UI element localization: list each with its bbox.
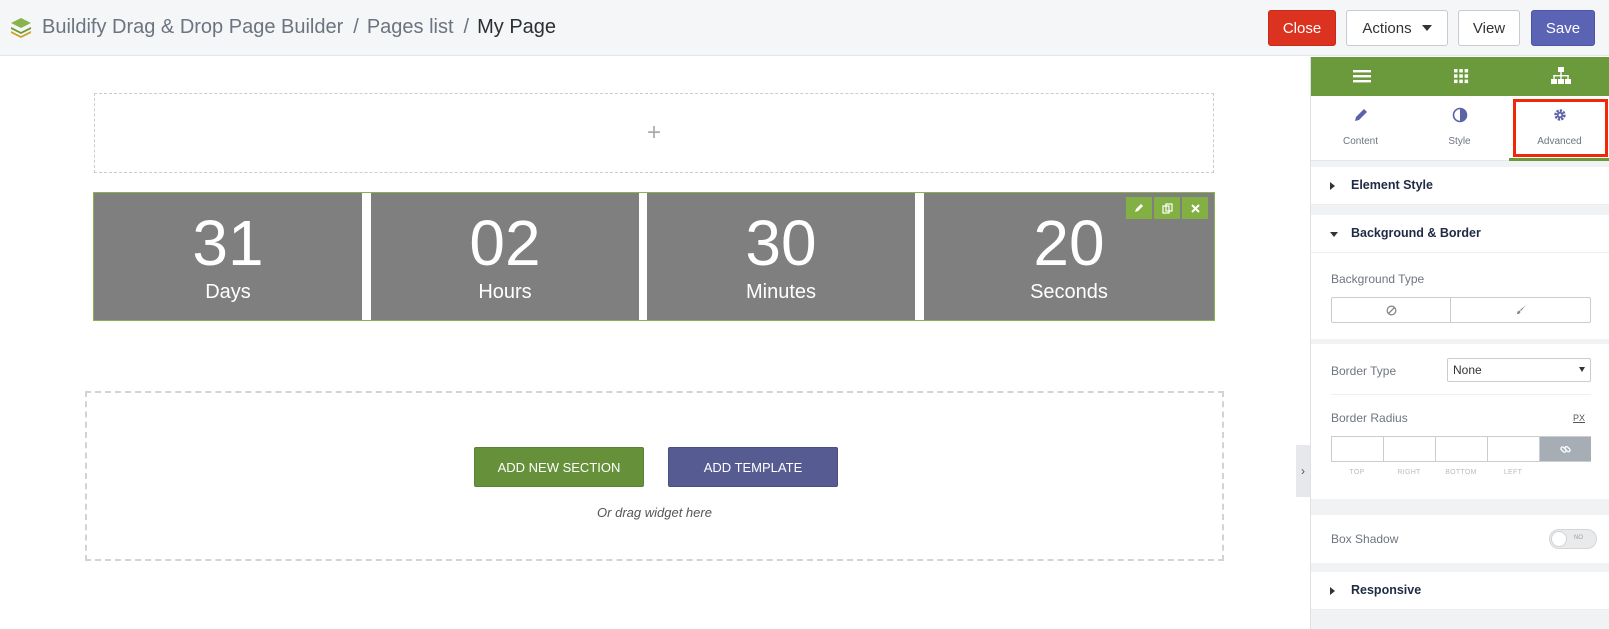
countdown-widget[interactable]: 31 Days 02 Hours 30 Minutes 20 Seconds [93, 192, 1215, 321]
section-header[interactable]: Background & Border [1311, 215, 1609, 253]
countdown-value: 30 [745, 207, 817, 279]
section-title: Element Style [1351, 178, 1433, 192]
hamburger-icon[interactable] [1351, 66, 1373, 86]
chevron-right-icon: › [1301, 464, 1305, 478]
section-title: Responsive [1351, 583, 1422, 597]
background-type-toggle [1331, 297, 1591, 323]
link-values-button[interactable] [1540, 437, 1591, 461]
breadcrumb-pages-link[interactable]: Pages list [367, 16, 454, 38]
close-icon[interactable] [1182, 197, 1208, 219]
countdown-label: Minutes [745, 281, 817, 303]
section-title: Background & Border [1351, 226, 1481, 240]
breadcrumb-separator: / [463, 16, 470, 38]
box-shadow-control: Box Shadow NO [1311, 515, 1609, 563]
breadcrumb-home-link[interactable]: Buildify Drag & Drop Page Builder [42, 16, 343, 38]
tab-style[interactable]: Style [1410, 96, 1509, 161]
actions-dropdown-button[interactable]: Actions [1346, 10, 1448, 46]
background-none-option[interactable] [1332, 298, 1450, 322]
radius-top-input[interactable] [1332, 437, 1384, 461]
caret-down-icon [1579, 367, 1585, 372]
duplicate-icon[interactable] [1154, 197, 1180, 219]
unit-px-selector[interactable]: PX [1573, 413, 1585, 423]
section-element-style[interactable]: Element Style [1311, 167, 1609, 205]
caret-down-icon [1421, 25, 1432, 31]
radius-left-input[interactable] [1488, 437, 1540, 461]
divider [1331, 394, 1591, 395]
radius-bottom-input[interactable] [1436, 437, 1488, 461]
plus-icon[interactable]: + [647, 119, 661, 147]
border-type-label: Border Type [1331, 364, 1397, 378]
tab-label: Style [1448, 136, 1471, 147]
layers-logo-icon [11, 18, 31, 38]
caret-down-icon [1330, 232, 1338, 237]
contrast-icon [1452, 107, 1467, 123]
section-responsive[interactable]: Responsive [1311, 572, 1609, 610]
drag-widget-hint: Or drag widget here [597, 505, 712, 520]
widget-toolbar [1126, 197, 1208, 219]
countdown-hours: 02 Hours [371, 193, 639, 320]
background-classic-option[interactable] [1451, 298, 1590, 322]
caret-right-icon [1330, 587, 1335, 595]
radius-right-input[interactable] [1384, 437, 1436, 461]
breadcrumb-current-page: My Page [477, 16, 557, 38]
save-button[interactable]: Save [1531, 10, 1595, 46]
grid-icon[interactable] [1450, 66, 1472, 86]
radius-bottom-caption: BOTTOM [1445, 469, 1477, 476]
pencil-icon [1354, 109, 1367, 121]
add-new-section-button[interactable]: ADD NEW SECTION [474, 447, 644, 487]
view-button[interactable]: View [1458, 10, 1520, 46]
tab-content[interactable]: Content [1311, 96, 1410, 161]
border-type-value: None [1453, 363, 1482, 377]
box-shadow-label: Box Shadow [1331, 532, 1399, 546]
edit-pencil-icon[interactable] [1126, 197, 1152, 219]
countdown-value: 02 [469, 207, 541, 279]
border-controls: Border Type None Border Radius PX TOP RI… [1311, 344, 1609, 499]
border-radius-label: Border Radius [1331, 411, 1408, 425]
paint-brush-icon [1516, 305, 1526, 315]
countdown-label: Hours [478, 281, 532, 303]
link-icon [1560, 445, 1571, 453]
border-radius-inputs [1331, 436, 1591, 462]
panel-collapse-handle[interactable]: › [1296, 445, 1310, 497]
radius-top-caption: TOP [1349, 469, 1365, 476]
close-button[interactable]: Close [1268, 10, 1336, 46]
panel-header [1311, 57, 1609, 96]
radius-right-caption: RIGHT [1397, 469, 1421, 476]
section-header[interactable]: Element Style [1311, 167, 1609, 205]
top-bar: Buildify Drag & Drop Page Builder / Pages … [0, 0, 1609, 56]
empty-section-drop-area[interactable]: + [94, 93, 1214, 173]
ban-icon [1386, 305, 1396, 315]
add-section-drop-zone[interactable]: ADD NEW SECTION ADD TEMPLATE Or drag wid… [85, 391, 1224, 561]
section-background-border: Background & Border Background Type [1311, 215, 1609, 339]
countdown-label: Seconds [1030, 281, 1108, 303]
caret-right-icon [1330, 182, 1335, 190]
countdown-label: Days [205, 281, 251, 303]
background-type-label: Background Type [1331, 272, 1425, 286]
countdown-value: 31 [192, 207, 264, 279]
section-header[interactable]: Responsive [1311, 572, 1609, 610]
countdown-days: 31 Days [94, 193, 362, 320]
border-type-select[interactable]: None [1447, 358, 1591, 382]
breadcrumb: Buildify Drag & Drop Page Builder / Pages … [42, 16, 556, 39]
box-shadow-toggle[interactable]: NO [1549, 529, 1597, 549]
sitemap-icon[interactable] [1550, 66, 1572, 86]
radius-left-caption: LEFT [1503, 469, 1523, 476]
countdown-value: 20 [1033, 207, 1105, 279]
toggle-state-label: NO [1574, 535, 1583, 541]
toggle-knob [1551, 531, 1567, 547]
advanced-tab-highlight [1513, 99, 1608, 157]
actions-label: Actions [1362, 19, 1412, 37]
tab-label: Content [1342, 136, 1379, 147]
add-template-button[interactable]: ADD TEMPLATE [668, 447, 838, 487]
countdown-minutes: 30 Minutes [647, 193, 915, 320]
breadcrumb-separator: / [353, 16, 359, 38]
